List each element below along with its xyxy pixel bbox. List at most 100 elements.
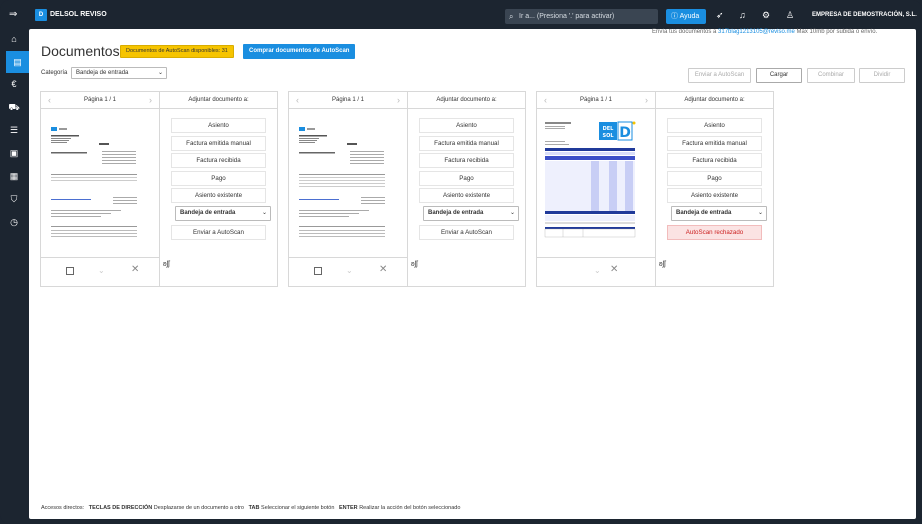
send-autoscan-doc-button[interactable]: Enviar a AutoScan <box>419 225 514 240</box>
attach-title: Adjuntar documento a: <box>656 92 773 109</box>
upload-email-link[interactable]: 317blag1213105@reviso.me <box>718 29 795 35</box>
attach-existing-entry-button[interactable]: Asiento existente <box>171 188 266 203</box>
select-checkbox[interactable] <box>314 267 322 275</box>
select-checkbox[interactable] <box>66 267 74 275</box>
pager: ‹ Página 1 / 1 › <box>537 92 655 109</box>
next-page-icon[interactable]: › <box>645 92 648 109</box>
sidebar-documents-icon[interactable]: ▤ <box>6 51 29 73</box>
thumbnail-area[interactable] <box>289 109 407 258</box>
sidebar-home-icon[interactable]: ⌂ <box>7 32 21 46</box>
note-icon[interactable]: ʚʃʃ <box>163 261 170 268</box>
attach-panel: Adjuntar documento a: Asiento Factura em… <box>656 92 773 286</box>
sidebar-euro-icon[interactable]: € <box>7 77 21 91</box>
next-page-icon[interactable]: › <box>397 92 400 109</box>
prev-page-icon[interactable]: ‹ <box>544 92 547 109</box>
split-button[interactable]: Dividir <box>859 68 905 83</box>
company-name[interactable]: EMPRESA DE DEMOSTRACIÓN, S.L. <box>812 12 917 18</box>
attach-entry-button[interactable]: Asiento <box>419 118 514 133</box>
chevron-down-icon: ⌄ <box>261 210 267 216</box>
attach-title: Adjuntar documento a: <box>160 92 277 109</box>
rocket-icon[interactable]: ➶ <box>716 10 724 20</box>
attach-existing-entry-button[interactable]: Asiento existente <box>419 188 514 203</box>
attach-received-invoice-button[interactable]: Factura recibida <box>419 153 514 168</box>
shortcut-key-enter: ENTER <box>339 505 358 511</box>
shortcut-key-arrows: TECLAS DE DIRECCIÓN <box>88 505 153 511</box>
attach-payment-button[interactable]: Pago <box>171 171 266 186</box>
delsol-invoice-thumbnail[interactable]: DEL SOL D <box>543 119 637 245</box>
expand-chevron-icon[interactable]: ⌄ <box>98 266 105 275</box>
attach-payment-button[interactable]: Pago <box>419 171 514 186</box>
expand-chevron-icon[interactable]: ⌄ <box>346 266 353 275</box>
page-title: Documentos <box>41 43 120 59</box>
delete-icon[interactable]: ✕ <box>131 264 139 275</box>
chevron-down-icon: ⌄ <box>157 70 163 76</box>
prev-page-icon[interactable]: ‹ <box>296 92 299 109</box>
thumbnail-area[interactable]: DEL SOL D <box>537 109 655 258</box>
document-card: ‹ Página 1 / 1 › DEL SOL D ⌄ ✕ Adjuntar … <box>536 91 774 287</box>
svg-text:D: D <box>619 125 631 141</box>
delete-icon[interactable]: ✕ <box>610 264 618 275</box>
chevron-down-icon: ⌄ <box>509 210 515 216</box>
autoscan-rejected-status: AutoScan rechazado <box>667 225 762 240</box>
email-note-prefix: Envía tus documentos a <box>652 29 719 35</box>
app-logo: D <box>35 9 47 21</box>
note-icon[interactable]: ʚʃʃ <box>411 261 418 268</box>
inbox-select[interactable]: Bandeja de entrada ⌄ <box>175 206 271 221</box>
search-input[interactable]: ⌕ Ir a... (Presiona '.' para activar) <box>505 9 658 24</box>
page-indicator: Página 1 / 1 <box>579 97 613 103</box>
combine-button[interactable]: Combinar <box>807 68 855 83</box>
svg-text:DEL: DEL <box>603 126 615 132</box>
user-icon[interactable]: ♙ <box>786 10 794 20</box>
attach-title: Adjuntar documento a: <box>408 92 525 109</box>
inbox-value: Bandeja de entrada <box>180 210 236 216</box>
shortcut-desc-arrows: Desplazarse de un documento a otro <box>153 505 244 511</box>
attach-received-invoice-button[interactable]: Factura recibida <box>171 153 266 168</box>
attach-manual-invoice-button[interactable]: Factura emitida manual <box>667 136 762 151</box>
svg-text:SOL: SOL <box>602 133 614 139</box>
autoscan-available-badge: Documentos de AutoScan disponibles: 31 <box>120 45 234 58</box>
prev-page-icon[interactable]: ‹ <box>48 92 51 109</box>
delete-icon[interactable]: ✕ <box>379 264 387 275</box>
sidebar-report-icon[interactable]: ▦ <box>7 169 21 183</box>
help-button[interactable]: ⓘ Ayuda <box>666 9 706 24</box>
expand-chevron-icon[interactable]: ⌄ <box>594 266 601 275</box>
bell-icon[interactable]: ♫ <box>739 10 746 20</box>
thumbnail-area[interactable] <box>41 109 159 258</box>
help-icon: ⓘ <box>671 13 678 20</box>
attach-manual-invoice-button[interactable]: Factura emitida manual <box>419 136 514 151</box>
send-autoscan-doc-button[interactable]: Enviar a AutoScan <box>171 225 266 240</box>
main-content: Envía tus documentos a 317blag1213105@re… <box>29 29 916 519</box>
send-autoscan-button[interactable]: Enviar a AutoScan <box>688 68 751 83</box>
attach-manual-invoice-button[interactable]: Factura emitida manual <box>171 136 266 151</box>
shortcut-desc-enter: Realizar la acción del botón seleccionad… <box>359 505 461 511</box>
shortcuts-label: Accesos directos: <box>41 505 85 511</box>
menu-toggle-icon[interactable]: ⇒ <box>9 10 17 20</box>
document-actions: ⌄ ✕ <box>537 258 655 286</box>
attach-panel: Adjuntar documento a: Asiento Factura em… <box>408 92 525 286</box>
attach-received-invoice-button[interactable]: Factura recibida <box>667 153 762 168</box>
upload-button[interactable]: Cargar <box>756 68 802 83</box>
gear-icon[interactable]: ⚙ <box>762 10 770 20</box>
shortcut-desc-tab: Seleccionar el siguiente botón <box>261 505 335 511</box>
sidebar-truck-icon[interactable]: ⛟ <box>7 100 21 114</box>
inbox-select[interactable]: Bandeja de entrada ⌄ <box>423 206 519 221</box>
attach-payment-button[interactable]: Pago <box>667 171 762 186</box>
search-placeholder: Ir a... (Presiona '.' para activar) <box>519 13 615 20</box>
invoice-thumbnail[interactable] <box>47 119 141 245</box>
category-value: Bandeja de entrada <box>76 70 129 76</box>
attach-entry-button[interactable]: Asiento <box>171 118 266 133</box>
sidebar-list-icon[interactable]: ☰ <box>7 123 21 137</box>
attach-existing-entry-button[interactable]: Asiento existente <box>667 188 762 203</box>
sidebar-clock-icon[interactable]: ◷ <box>7 215 21 229</box>
sidebar-cash-icon[interactable]: ▣ <box>7 146 21 160</box>
next-page-icon[interactable]: › <box>149 92 152 109</box>
note-icon[interactable]: ʚʃʃ <box>659 261 666 268</box>
category-select[interactable]: Bandeja de entrada ⌄ <box>71 67 167 79</box>
buy-autoscan-button[interactable]: Comprar documentos de AutoScan <box>243 44 356 59</box>
inbox-select[interactable]: Bandeja de entrada ⌄ <box>671 206 767 221</box>
invoice-thumbnail[interactable] <box>295 119 389 245</box>
sidebar-cart-icon[interactable]: ⛉ <box>7 192 21 206</box>
document-actions: ⌄ ✕ <box>41 258 159 286</box>
attach-entry-button[interactable]: Asiento <box>667 118 762 133</box>
attach-panel: Adjuntar documento a: Asiento Factura em… <box>160 92 277 286</box>
